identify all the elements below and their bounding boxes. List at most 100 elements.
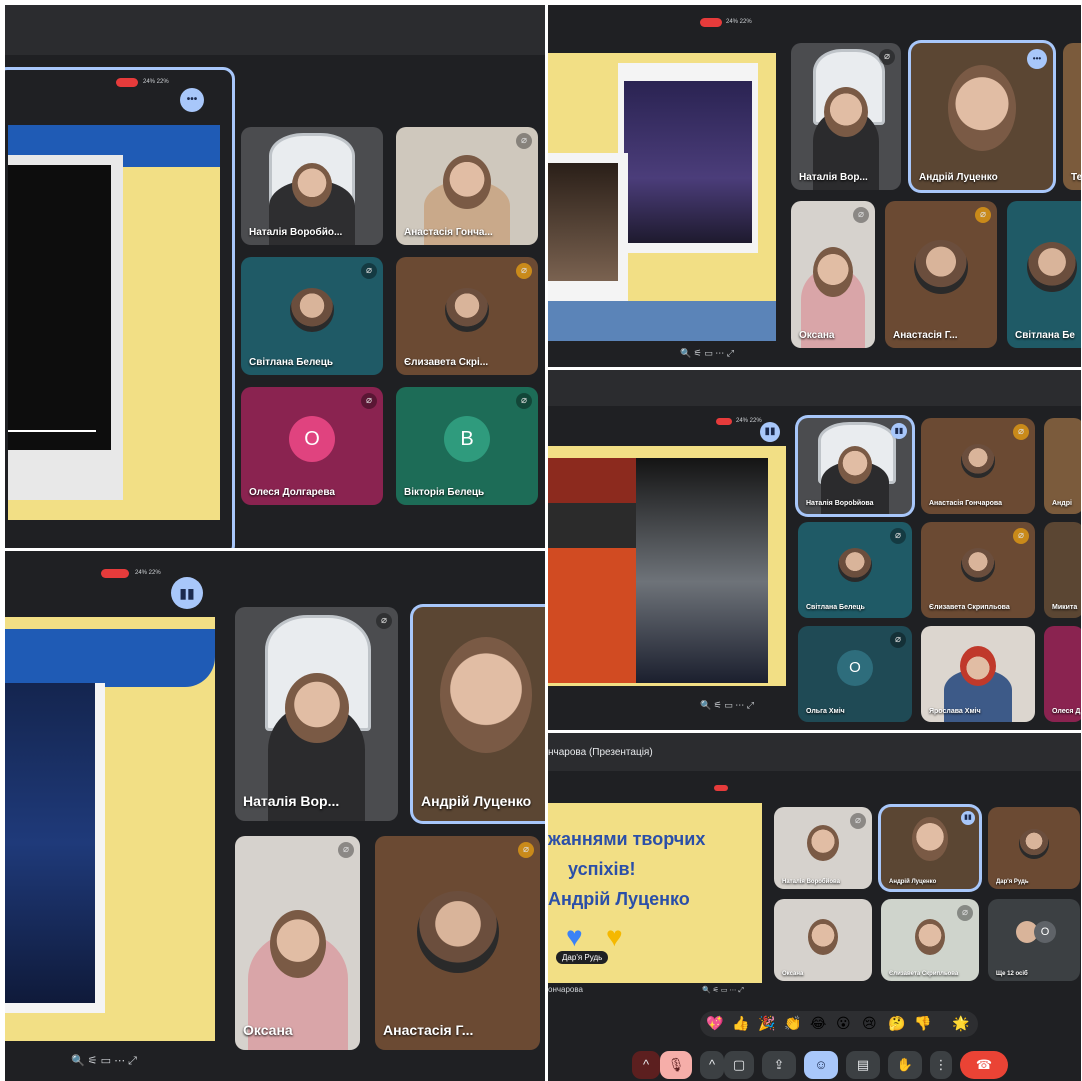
participant-tile[interactable]: Оксана bbox=[774, 899, 872, 981]
participant-initial: О bbox=[289, 415, 335, 462]
participant-name: Наталія Вор... bbox=[799, 172, 868, 183]
participant-tile[interactable]: Андрій Луценко bbox=[413, 607, 545, 821]
participant-tile[interactable]: Дар'я Рудь bbox=[988, 807, 1080, 889]
participant-tile[interactable]: Микита bbox=[1044, 522, 1081, 618]
clap-emoji-icon[interactable]: 👏 bbox=[784, 1015, 801, 1032]
end-call-button[interactable]: ☎ bbox=[960, 1051, 1008, 1079]
mic-options-chevron-icon[interactable]: ^ bbox=[632, 1051, 660, 1079]
slide-video-photo bbox=[8, 165, 111, 450]
participant-tile[interactable]: ▮▮ Наталія Ворobйова bbox=[798, 418, 912, 514]
participant-tile[interactable]: Ярослава Хміч bbox=[921, 626, 1035, 722]
more-options-icon[interactable]: ••• bbox=[180, 88, 204, 112]
participant-name: Вікторія Белець bbox=[404, 487, 485, 498]
presentation-slide bbox=[8, 125, 220, 520]
participant-tile[interactable]: ⌀ Оксана bbox=[235, 836, 360, 1050]
participant-avatar bbox=[290, 288, 334, 333]
muted-mic-icon: ⌀ bbox=[975, 207, 991, 223]
thumbs-down-emoji-icon[interactable]: 👎 bbox=[914, 1015, 931, 1032]
participant-tile[interactable]: Олеся Д bbox=[1044, 626, 1081, 722]
participant-name: Світлана Бе bbox=[1015, 330, 1075, 341]
participant-tile[interactable]: ⌀ Єлизавета Скрипльова bbox=[921, 522, 1035, 618]
participant-tile[interactable]: Те bbox=[1063, 43, 1081, 190]
surprised-emoji-icon[interactable]: 😮 bbox=[836, 1015, 851, 1032]
participant-name: Світлана Белець bbox=[249, 357, 334, 368]
participant-tile[interactable]: ⌀ Єлизавета Скрипльова bbox=[881, 899, 979, 981]
presentation-slide bbox=[5, 617, 215, 1041]
participant-tile[interactable]: ••• Андрій Луценко bbox=[911, 43, 1053, 190]
slide-polaroid bbox=[618, 63, 758, 253]
participant-tile[interactable]: ⌀ Оксана bbox=[791, 201, 875, 348]
participant-tile[interactable]: Світлана Бе bbox=[1007, 201, 1081, 348]
mic-muted-icon[interactable]: 🎙 bbox=[660, 1051, 692, 1079]
stage-photo bbox=[624, 81, 752, 243]
speaking-indicator-icon: ▮▮ bbox=[961, 811, 975, 825]
slide-polaroid bbox=[5, 683, 105, 1013]
camera-icon[interactable]: ▢ bbox=[724, 1051, 754, 1079]
slide-polaroid bbox=[8, 155, 123, 500]
participant-initial: О bbox=[837, 650, 873, 687]
participant-tile[interactable]: ⌀ Єлизавета Скрі... bbox=[396, 257, 538, 375]
sad-emoji-icon[interactable]: 😢 bbox=[862, 1015, 877, 1032]
participant-name: Андрій Луценко bbox=[421, 793, 532, 809]
heart-emoji-icon[interactable]: 💖 bbox=[706, 1015, 723, 1032]
slide-signature: Андрій Луценко bbox=[548, 889, 690, 909]
laugh-emoji-icon[interactable]: 😂 bbox=[810, 1015, 826, 1032]
participant-tile[interactable]: ⌀ Наталія Воробйова bbox=[774, 807, 872, 889]
participant-tile[interactable]: ⌀ Світлана Белець bbox=[798, 522, 912, 618]
present-screen-icon[interactable]: ⇪ bbox=[762, 1051, 796, 1079]
participant-avatar bbox=[914, 240, 968, 295]
camera-options-chevron-icon[interactable]: ^ bbox=[700, 1051, 724, 1079]
participant-head bbox=[915, 919, 945, 955]
participant-name: Оксана bbox=[782, 971, 804, 977]
slide-toolbar[interactable]: 🔍 ⚟ ▭ ⋯ ⤢ bbox=[71, 1054, 137, 1068]
participant-name: Дар'я Рудь bbox=[996, 879, 1029, 885]
thinking-emoji-icon[interactable]: 🤔 bbox=[888, 1015, 905, 1032]
presenter-caption: ончарова bbox=[548, 985, 583, 994]
muted-mic-icon: ⌀ bbox=[850, 813, 866, 829]
muted-mic-icon: ⌀ bbox=[890, 528, 906, 544]
star-emoji-icon[interactable]: 🌟 bbox=[952, 1015, 969, 1032]
participant-tile[interactable]: О ⌀ Ольга Хміч bbox=[798, 626, 912, 722]
participant-tile[interactable]: ⌀ Анастасія Г... bbox=[375, 836, 540, 1050]
muted-mic-icon: ⌀ bbox=[361, 393, 377, 409]
slide-text-line: успіхів! bbox=[568, 859, 636, 879]
screenshot-panel-1: 24% 22% ••• Наталія Воробйо... ⌀ Анастас… bbox=[5, 5, 545, 548]
participant-name: Оксана bbox=[243, 1022, 293, 1038]
muted-mic-icon: ⌀ bbox=[879, 49, 895, 65]
presentation-slide bbox=[548, 53, 776, 341]
participant-tile[interactable]: ⌀ Анастасія Г... bbox=[885, 201, 997, 348]
participant-tile[interactable]: ⌀ Анастасія Гонча... bbox=[396, 127, 538, 245]
browser-toolbar bbox=[5, 5, 545, 55]
captions-icon[interactable]: ▤ bbox=[846, 1051, 880, 1079]
raise-hand-icon[interactable]: ✋ bbox=[888, 1051, 922, 1079]
more-options-icon[interactable]: ⋮ bbox=[930, 1051, 952, 1079]
recording-indicator bbox=[101, 569, 129, 578]
participant-tile[interactable]: Андрі bbox=[1044, 418, 1081, 514]
participant-tile[interactable]: В ⌀ Вікторія Белець bbox=[396, 387, 538, 505]
participant-tile[interactable]: О ⌀ Олеся Долгарева bbox=[241, 387, 383, 505]
screenshot-panel-3: 24% 22% ▮▮ 🔍 ⚟ ▭ ⋯ ⤢ ▮▮ Наталія Ворobйов… bbox=[548, 370, 1081, 730]
participant-initial: В bbox=[444, 415, 490, 462]
participant-name: Наталія Ворobйова bbox=[806, 500, 874, 507]
thumbs-up-emoji-icon[interactable]: 👍 bbox=[732, 1015, 749, 1032]
participant-tile[interactable]: Наталія Воробйо... bbox=[241, 127, 383, 245]
emoji-reactions-icon[interactable]: ☺ bbox=[804, 1051, 838, 1079]
participant-name: Анастасія Гончарова bbox=[929, 500, 1002, 507]
participant-head bbox=[269, 910, 326, 978]
slide-toolbar[interactable]: 🔍 ⚟ ▭ ⋯ ⤢ bbox=[700, 700, 754, 711]
recording-indicator bbox=[700, 18, 722, 27]
participant-tile[interactable]: ▮▮ Андрій Луценко bbox=[881, 807, 979, 889]
more-participants-label: Ще 12 осіб bbox=[996, 971, 1028, 977]
more-participants-tile[interactable]: О Ще 12 осіб bbox=[988, 899, 1080, 981]
party-emoji-icon[interactable]: 🎉 bbox=[758, 1015, 775, 1032]
muted-mic-icon: ⌀ bbox=[518, 842, 534, 858]
screenshot-panel-2: 24% 22% 🔍 ⚟ ▭ ⋯ ⤢ ⌀ Наталія Вор... ••• А… bbox=[548, 5, 1081, 367]
participant-tile[interactable]: ⌀ Наталія Вор... bbox=[235, 607, 398, 821]
slide-toolbar[interactable]: 🔍 ⚟ ▭ ⋯ ⤢ bbox=[702, 986, 744, 995]
participant-head bbox=[948, 65, 1016, 151]
participant-tile[interactable]: ⌀ Наталія Вор... bbox=[791, 43, 901, 190]
participant-tile[interactable]: ⌀ Анастасія Гончарова bbox=[921, 418, 1035, 514]
participant-tile[interactable]: ⌀ Світлана Белець bbox=[241, 257, 383, 375]
participant-name: Наталія Воробйова bbox=[782, 879, 840, 885]
slide-toolbar[interactable]: 🔍 ⚟ ▭ ⋯ ⤢ bbox=[680, 348, 734, 359]
